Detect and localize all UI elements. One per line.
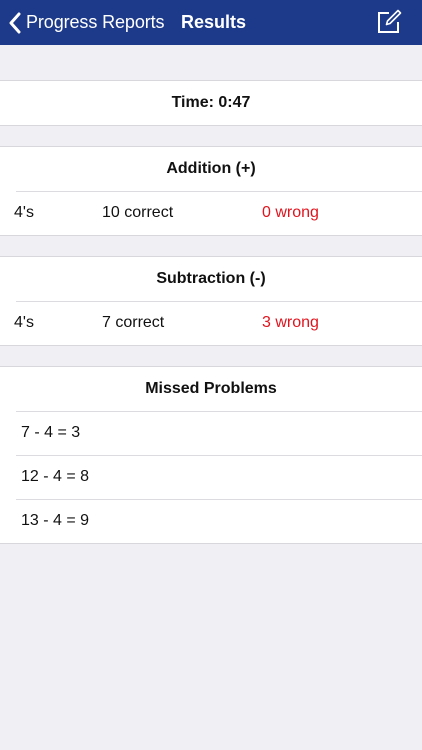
addition-row: 4's 10 correct 0 wrong	[0, 191, 422, 235]
subtraction-header: Subtraction (-)	[156, 270, 266, 287]
fact-family-label: 4's	[14, 204, 34, 221]
correct-count: 7 correct	[102, 314, 165, 331]
page-title: Results	[181, 12, 247, 32]
back-button[interactable]: Progress Reports	[8, 0, 165, 45]
time-label: Time: 0:47	[171, 94, 251, 111]
addition-section: Addition (+) 4's 10 correct 0 wrong	[0, 146, 422, 236]
correct-count: 10 correct	[102, 204, 174, 221]
subtraction-section: Subtraction (-) 4's 7 correct 3 wrong	[0, 256, 422, 346]
missed-problem-item: 7 - 4 = 3	[0, 411, 422, 455]
compose-icon	[376, 9, 402, 39]
missed-problem-text: 13 - 4 = 9	[21, 512, 90, 529]
missed-problem-text: 7 - 4 = 3	[21, 424, 81, 441]
back-button-label: Progress Reports	[26, 12, 165, 32]
missed-problems-section: Missed Problems 7 - 4 = 3 12 - 4 = 8 13 …	[0, 366, 422, 544]
subtraction-row: 4's 7 correct 3 wrong	[0, 301, 422, 345]
navigation-bar: Progress Reports Results	[0, 0, 422, 45]
time-section: Time: 0:47	[0, 80, 422, 126]
fact-family-label: 4's	[14, 314, 34, 331]
addition-header: Addition (+)	[166, 160, 256, 177]
missed-problem-text: 12 - 4 = 8	[21, 468, 90, 485]
missed-problems-header: Missed Problems	[145, 380, 277, 397]
wrong-count: 0 wrong	[262, 204, 319, 221]
missed-problem-item: 12 - 4 = 8	[0, 455, 422, 499]
wrong-count: 3 wrong	[262, 314, 319, 331]
chevron-left-icon	[8, 12, 21, 34]
missed-problem-item: 13 - 4 = 9	[0, 499, 422, 543]
compose-button[interactable]	[376, 9, 402, 35]
